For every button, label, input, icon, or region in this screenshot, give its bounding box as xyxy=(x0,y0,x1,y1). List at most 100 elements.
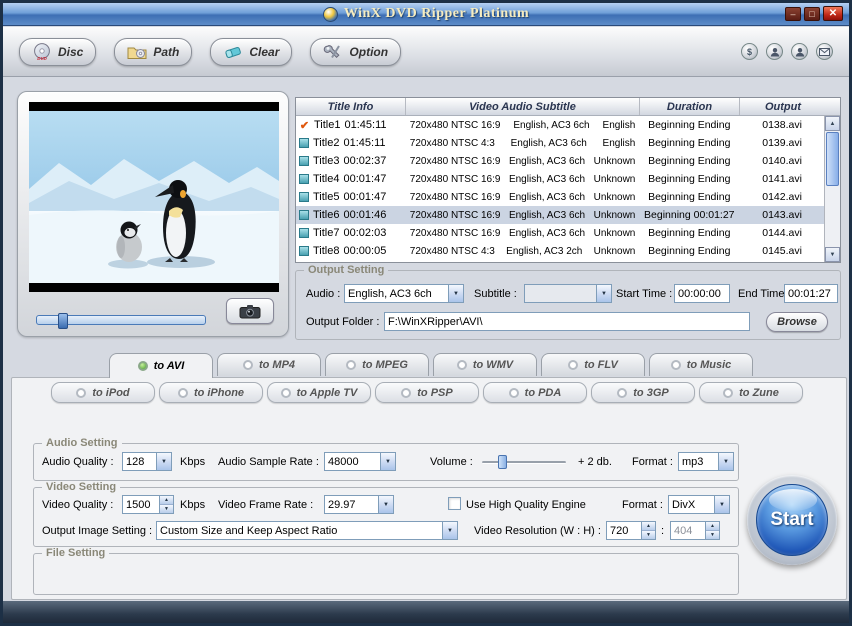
tab-to-pda[interactable]: to PDA xyxy=(483,382,587,403)
chevron-down-icon[interactable]: ▼ xyxy=(380,453,395,470)
image-setting-label: Output Image Setting : xyxy=(42,525,152,537)
app-window: WinX DVD Ripper Platinum – □ ✕ DVD Disc xyxy=(0,0,852,626)
video-quality-spinner[interactable]: 1500 ▲▼ xyxy=(122,495,174,514)
checkbox-icon[interactable] xyxy=(299,246,309,256)
image-setting-select[interactable]: Custom Size and Keep Aspect Ratio ▼ xyxy=(156,521,458,540)
checkbox-icon[interactable] xyxy=(299,138,309,148)
audio-select[interactable]: English, AC3 6ch ▼ xyxy=(344,284,464,303)
tab-to-apple-tv[interactable]: to Apple TV xyxy=(267,382,371,403)
browse-button[interactable]: Browse xyxy=(766,312,828,332)
frame-rate-select[interactable]: 29.97 ▼ xyxy=(324,495,394,514)
volume-track[interactable] xyxy=(482,461,566,464)
dollar-icon[interactable]: $ xyxy=(741,43,758,60)
tab-to-wmv[interactable]: to WMV xyxy=(433,353,537,376)
header-output[interactable]: Output xyxy=(740,98,826,115)
tab-to-avi[interactable]: to AVI xyxy=(109,353,213,378)
video-preview[interactable] xyxy=(29,102,279,292)
tab-to-iphone[interactable]: to iPhone xyxy=(159,382,263,403)
chevron-down-icon[interactable]: ▼ xyxy=(442,522,457,539)
output-setting-group: Output Setting Audio : English, AC3 6ch … xyxy=(295,270,841,340)
checkbox-icon[interactable] xyxy=(299,174,309,184)
minimize-button[interactable]: – xyxy=(785,7,801,21)
spin-up-icon[interactable]: ▲ xyxy=(160,496,173,505)
header-duration[interactable]: Duration xyxy=(640,98,740,115)
user2-icon[interactable] xyxy=(791,43,808,60)
output-folder-input[interactable] xyxy=(384,312,750,331)
audio-kbps-label: Kbps xyxy=(180,456,205,468)
spin-down-icon[interactable]: ▼ xyxy=(642,531,655,539)
output-cell: 0141.avi xyxy=(739,173,825,185)
table-row[interactable]: Title201:45:11720x480 NTSC 4:3English, A… xyxy=(296,134,825,152)
table-row[interactable]: Title300:02:37720x480 NTSC 16:9English, … xyxy=(296,152,825,170)
start-button[interactable]: Start xyxy=(747,475,837,565)
path-button[interactable]: Path xyxy=(114,38,192,66)
end-time-input[interactable] xyxy=(784,284,838,303)
table-row[interactable]: Title600:01:46720x480 NTSC 16:9English, … xyxy=(296,206,825,224)
spin-up-icon[interactable]: ▲ xyxy=(706,522,719,531)
resolution-height-spinner[interactable]: 404 ▲▼ xyxy=(670,521,720,540)
playback-slider[interactable] xyxy=(36,314,206,328)
chevron-down-icon[interactable]: ▼ xyxy=(596,285,611,302)
chevron-down-icon[interactable]: ▼ xyxy=(378,496,393,513)
spin-up-icon[interactable]: ▲ xyxy=(642,522,655,531)
start-time-input[interactable] xyxy=(674,284,730,303)
video-quality-label: Video Quality : xyxy=(42,499,113,511)
audio-format-select[interactable]: mp3 ▼ xyxy=(678,452,734,471)
snapshot-button[interactable] xyxy=(226,298,274,324)
tab-to-zune[interactable]: to Zune xyxy=(699,382,803,403)
tab-to-psp[interactable]: to PSP xyxy=(375,382,479,403)
volume-handle[interactable] xyxy=(498,455,507,469)
table-row[interactable]: Title800:00:05720x480 NTSC 4:3English, A… xyxy=(296,242,825,260)
chevron-down-icon[interactable]: ▼ xyxy=(448,285,463,302)
scroll-thumb[interactable] xyxy=(826,132,839,186)
titlebar[interactable]: WinX DVD Ripper Platinum – □ ✕ xyxy=(3,3,849,26)
table-row[interactable]: Title500:01:47720x480 NTSC 16:9English, … xyxy=(296,188,825,206)
checkbox-icon[interactable] xyxy=(299,192,309,202)
table-scrollbar[interactable]: ▲ ▼ xyxy=(824,116,840,262)
header-video-audio-subtitle[interactable]: Video Audio Subtitle xyxy=(406,98,640,115)
table-row[interactable]: Title700:02:03720x480 NTSC 16:9English, … xyxy=(296,224,825,242)
radio-icon xyxy=(671,360,681,370)
scroll-up-icon[interactable]: ▲ xyxy=(825,116,840,131)
tab-to-3gp[interactable]: to 3GP xyxy=(591,382,695,403)
disc-button[interactable]: DVD Disc xyxy=(19,38,96,66)
volume-slider[interactable] xyxy=(482,455,566,469)
video-audio-subtitle-cell: 720x480 NTSC 16:9English, AC3 6chUnknown xyxy=(406,192,640,203)
resolution-width-spinner[interactable]: 720 ▲▼ xyxy=(606,521,656,540)
tab-to-flv[interactable]: to FLV xyxy=(541,353,645,376)
duration-cell: Beginning Ending xyxy=(639,227,739,239)
chevron-down-icon[interactable]: ▼ xyxy=(718,453,733,470)
header-title-info[interactable]: Title Info xyxy=(296,98,406,115)
tab-to-mp4[interactable]: to MP4 xyxy=(217,353,321,376)
playback-handle[interactable] xyxy=(58,313,68,329)
check-icon[interactable]: ✔ xyxy=(299,120,310,131)
option-button[interactable]: Option xyxy=(310,38,401,66)
chevron-down-icon[interactable]: ▼ xyxy=(714,496,729,513)
video-format-select[interactable]: DivX ▼ xyxy=(668,495,730,514)
checkbox-icon[interactable] xyxy=(299,156,309,166)
scroll-down-icon[interactable]: ▼ xyxy=(825,247,840,262)
high-quality-checkbox[interactable] xyxy=(448,497,461,510)
output-cell: 0138.avi xyxy=(739,119,825,131)
subtitle-select[interactable]: ▼ xyxy=(524,284,612,303)
table-row[interactable]: ✔Title101:45:11720x480 NTSC 16:9English,… xyxy=(296,116,825,134)
checkbox-icon[interactable] xyxy=(299,210,309,220)
checkbox-icon[interactable] xyxy=(299,228,309,238)
clear-button[interactable]: Clear xyxy=(210,38,292,66)
camera-icon xyxy=(239,304,261,319)
mail-icon[interactable] xyxy=(816,43,833,60)
sample-rate-select[interactable]: 48000 ▼ xyxy=(324,452,396,471)
spin-down-icon[interactable]: ▼ xyxy=(706,531,719,539)
video-setting-group: Video Setting Video Quality : 1500 ▲▼ Kb… xyxy=(33,487,739,547)
table-row[interactable]: Title400:01:47720x480 NTSC 16:9English, … xyxy=(296,170,825,188)
maximize-button[interactable]: □ xyxy=(804,7,820,21)
tab-to-mpeg[interactable]: to MPEG xyxy=(325,353,429,376)
chevron-down-icon[interactable]: ▼ xyxy=(156,453,171,470)
user-icon[interactable] xyxy=(766,43,783,60)
radio-icon xyxy=(401,388,411,398)
close-button[interactable]: ✕ xyxy=(823,6,843,21)
tab-to-music[interactable]: to Music xyxy=(649,353,753,376)
tab-to-ipod[interactable]: to iPod xyxy=(51,382,155,403)
spin-down-icon[interactable]: ▼ xyxy=(160,505,173,513)
audio-quality-select[interactable]: 128 ▼ xyxy=(122,452,172,471)
